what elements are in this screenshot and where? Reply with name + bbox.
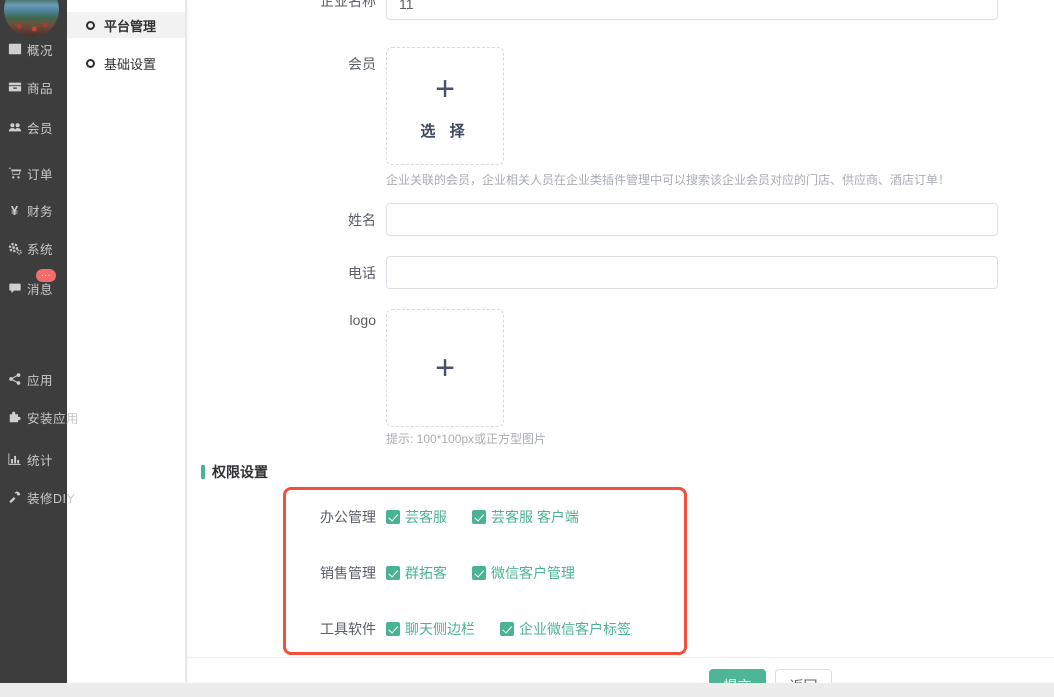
plus-icon (435, 72, 455, 106)
sidebar-item-finance[interactable]: ¥ 财务 (0, 201, 67, 219)
name-input[interactable] (386, 203, 998, 236)
checkbox-option[interactable]: 芸客服 (386, 507, 447, 527)
ring-icon (86, 21, 95, 30)
sidebar-item-label: 应用 (27, 370, 53, 389)
checkbox-option[interactable]: 企业微信客户标签 (500, 619, 631, 639)
section-title-text: 权限设置 (212, 462, 268, 482)
stats-icon (7, 452, 22, 467)
sidebar-item-diy[interactable]: 装修DIY (0, 488, 67, 506)
avatar[interactable] (4, 0, 59, 37)
sidebar-item-label: 会员 (27, 118, 53, 137)
member-upload-box[interactable]: 选 择 (386, 47, 504, 165)
subsidebar-item-label: 平台管理 (104, 16, 156, 35)
permission-options: 芸客服 芸客服 客户端 (386, 507, 579, 527)
logo-label: logo (266, 312, 376, 328)
plus-icon (435, 351, 455, 385)
checkbox-option[interactable]: 微信客户管理 (472, 563, 575, 583)
checkbox-checked-icon[interactable] (386, 566, 400, 580)
install-apps-icon (7, 410, 22, 425)
messages-badge: ... (36, 269, 56, 282)
logo-upload-box[interactable] (386, 309, 504, 427)
overview-icon (7, 42, 22, 57)
system-gear-icon (7, 241, 22, 256)
section-bar-icon (201, 465, 205, 479)
sidebar-item-members[interactable]: 会员 (0, 118, 67, 136)
phone-label: 电话 (266, 265, 376, 281)
permission-options: 群拓客 微信客户管理 (386, 563, 575, 583)
messages-icon (7, 281, 22, 296)
checkbox-option[interactable]: 聊天侧边栏 (386, 619, 475, 639)
main-sidebar: 概况 商品 会员 订单 ¥ 财务 (0, 0, 67, 683)
sidebar-item-overview[interactable]: 概况 (0, 40, 67, 58)
sidebar-item-orders[interactable]: 订单 (0, 164, 67, 182)
permission-group-label: 工具软件 (266, 619, 376, 639)
page: 概况 商品 会员 订单 ¥ 财务 (0, 0, 1054, 697)
sidebar-item-stats[interactable]: 统计 (0, 450, 67, 468)
sidebar-item-install-apps[interactable]: 安装应用 (0, 408, 67, 426)
company-name-label: 企业名称 (266, 0, 376, 9)
sidebar-item-system[interactable]: 系统 (0, 239, 67, 257)
sidebar-item-label: 财务 (27, 201, 53, 220)
sidebar-item-products[interactable]: 商品 (0, 78, 67, 96)
sidebar-item-label: 系统 (27, 239, 53, 258)
orders-icon (7, 166, 22, 181)
products-icon (7, 80, 22, 95)
main-content: 企业名称 会员 选 择 企业关联的会员，企业相关人员在企业类插件管理中可以搜索该… (187, 0, 1054, 686)
permissions-section-title: 权限设置 (201, 462, 268, 482)
choose-button[interactable]: 选 择 (420, 120, 469, 141)
checkbox-checked-icon[interactable] (472, 566, 486, 580)
permission-group-label: 销售管理 (266, 563, 376, 583)
members-icon (7, 120, 22, 135)
sidebar-item-label: 安装应用 (27, 408, 79, 427)
checkbox-checked-icon[interactable] (500, 622, 514, 636)
company-name-input[interactable] (386, 0, 998, 20)
subsidebar-item-platform[interactable]: 平台管理 (67, 12, 185, 38)
member-label: 会员 (266, 56, 376, 72)
sidebar-item-label: 概况 (27, 40, 53, 59)
page-bottom-strip (0, 683, 1054, 697)
subsidebar-item-label: 基础设置 (104, 54, 156, 73)
sidebar-item-label: 装修DIY (27, 488, 75, 507)
diy-hammer-icon (7, 490, 22, 505)
logo-hint: 提示: 100*100px或正方型图片 (386, 430, 546, 447)
ring-icon (86, 59, 95, 68)
checkbox-option[interactable]: 芸客服 客户端 (472, 507, 579, 527)
phone-input[interactable] (386, 256, 998, 289)
checkbox-checked-icon[interactable] (472, 510, 486, 524)
sidebar-item-label: 统计 (27, 450, 53, 469)
finance-yen-icon: ¥ (7, 203, 22, 218)
name-label: 姓名 (266, 212, 376, 228)
subsidebar-item-basic-settings[interactable]: 基础设置 (67, 50, 185, 76)
sidebar-item-label: 订单 (27, 164, 53, 183)
sidebar-item-label: 商品 (27, 78, 53, 97)
checkbox-checked-icon[interactable] (386, 622, 400, 636)
member-hint: 企业关联的会员，企业相关人员在企业类插件管理中可以搜索该企业会员对应的门店、供应… (386, 171, 950, 188)
footer-divider (187, 657, 1054, 658)
checkbox-checked-icon[interactable] (386, 510, 400, 524)
permission-options: 聊天侧边栏 企业微信客户标签 (386, 619, 631, 639)
permission-group-label: 办公管理 (266, 507, 376, 527)
sidebar-item-messages[interactable]: 消息 ... (0, 279, 67, 297)
sub-sidebar: 平台管理 基础设置 (67, 0, 186, 683)
checkbox-option[interactable]: 群拓客 (386, 563, 447, 583)
sidebar-item-apps[interactable]: 应用 (0, 370, 67, 388)
apps-icon (7, 372, 22, 387)
